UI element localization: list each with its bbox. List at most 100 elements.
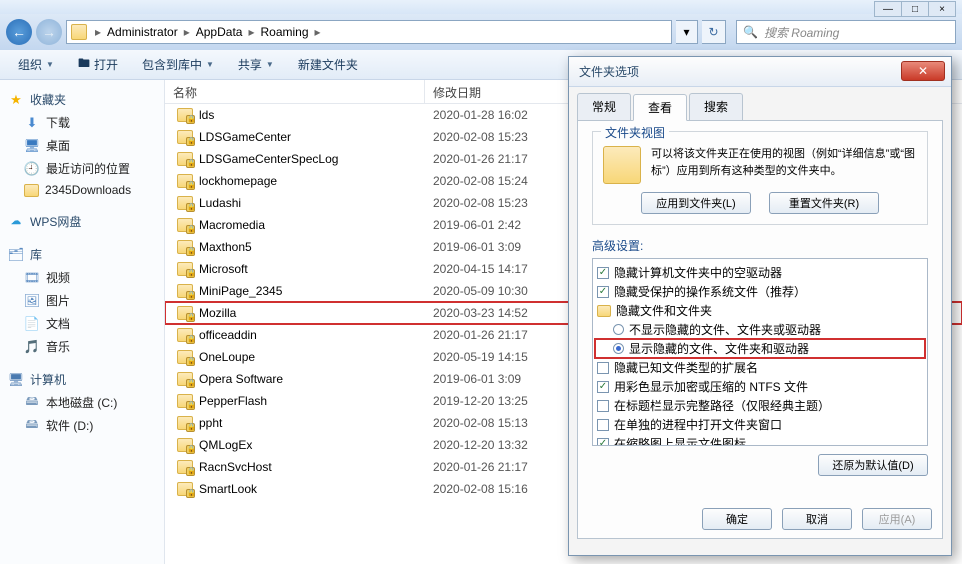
new-folder-button[interactable]: 新建文件夹	[288, 53, 368, 76]
ok-button[interactable]: 确定	[702, 508, 772, 530]
folder-icon: 🔒	[177, 240, 193, 254]
advanced-label: 高级设置:	[592, 237, 928, 254]
tree-node[interactable]: 隐藏文件和文件夹	[595, 301, 925, 320]
file-name: LDSGameCenterSpecLog	[199, 152, 338, 166]
include-menu[interactable]: 包含到库中▼	[132, 53, 224, 76]
col-date-header[interactable]: 修改日期	[425, 80, 585, 103]
tab-search[interactable]: 搜索	[689, 93, 743, 120]
win-close-button[interactable]: ×	[928, 1, 956, 17]
folder-icon: 🔒	[177, 130, 193, 144]
win-max-button[interactable]: □	[901, 1, 929, 17]
file-name: officeaddin	[199, 328, 257, 342]
breadcrumb-item[interactable]: Roaming	[256, 25, 312, 39]
file-date: 2020-03-23 14:52	[425, 306, 585, 320]
tree-node[interactable]: 显示隐藏的文件、文件夹和驱动器	[595, 339, 925, 358]
restore-defaults-button[interactable]: 还原为默认值(D)	[818, 454, 928, 476]
tree-node[interactable]: ✓用彩色显示加密或压缩的 NTFS 文件	[595, 377, 925, 396]
breadcrumb-item[interactable]: Administrator	[103, 25, 182, 39]
radio-icon	[613, 324, 624, 335]
nav-back-button[interactable]: ←	[6, 19, 32, 45]
reset-folders-button[interactable]: 重置文件夹(R)	[769, 192, 879, 214]
sidebar-item-recent[interactable]: 🕘最近访问的位置	[4, 157, 160, 180]
dialog-title: 文件夹选项	[569, 57, 951, 87]
tab-general[interactable]: 常规	[577, 93, 631, 120]
breadcrumb-sep: ▸	[182, 25, 192, 39]
refresh-button[interactable]: ↻	[702, 20, 726, 44]
folder-icon	[24, 184, 39, 197]
file-date: 2020-02-08 15:16	[425, 482, 585, 496]
tree-node[interactable]: 不显示隐藏的文件、文件夹或驱动器	[595, 320, 925, 339]
tree-node-label: 在标题栏显示完整路径（仅限经典主题）	[614, 397, 830, 414]
sidebar-favorites[interactable]: ★收藏夹	[4, 88, 160, 111]
sidebar-item-drive-c[interactable]: 🖴本地磁盘 (C:)	[4, 391, 160, 414]
sidebar-item-documents[interactable]: 📄文档	[4, 312, 160, 335]
nav-bar: ← → ▸ Administrator ▸ AppData ▸ Roaming …	[0, 14, 962, 50]
folder-view-group: 文件夹视图 可以将该文件夹正在使用的视图（例如“详细信息”或“图标”）应用到所有…	[592, 131, 928, 225]
file-name: PepperFlash	[199, 394, 267, 408]
apply-to-folders-button[interactable]: 应用到文件夹(L)	[641, 192, 751, 214]
video-icon: 🎞	[24, 270, 40, 286]
sidebar-item-drive-d[interactable]: 🖴软件 (D:)	[4, 414, 160, 437]
sidebar-wps[interactable]: ☁WPS网盘	[4, 210, 160, 233]
checkbox-icon	[597, 400, 609, 412]
file-name: LDSGameCenter	[199, 130, 291, 144]
recent-icon: 🕘	[24, 161, 40, 177]
tree-node[interactable]: ✓隐藏受保护的操作系统文件（推荐）	[595, 282, 925, 301]
folder-options-dialog: 文件夹选项 ✕ 常规 查看 搜索 文件夹视图 可以将该文件夹正在使用的视图（例如…	[568, 56, 952, 556]
file-name: Maxthon5	[199, 240, 252, 254]
share-menu[interactable]: 共享▼	[228, 53, 284, 76]
folder-icon: 🔒	[177, 350, 193, 364]
file-date: 2020-01-26 21:17	[425, 328, 585, 342]
sidebar-item-desktop[interactable]: 🖥桌面	[4, 134, 160, 157]
organize-menu[interactable]: 组织▼	[8, 53, 64, 76]
win-min-button[interactable]: —	[874, 1, 902, 17]
checkbox-icon: ✓	[597, 438, 609, 447]
checkbox-icon	[597, 362, 609, 374]
sidebar-item-pictures[interactable]: 🖼图片	[4, 289, 160, 312]
apply-button[interactable]: 应用(A)	[862, 508, 932, 530]
tree-node[interactable]: ✓隐藏计算机文件夹中的空驱动器	[595, 263, 925, 282]
file-date: 2020-02-08 15:23	[425, 130, 585, 144]
advanced-settings-tree[interactable]: ✓隐藏计算机文件夹中的空驱动器✓隐藏受保护的操作系统文件（推荐）隐藏文件和文件夹…	[592, 258, 928, 446]
tree-node[interactable]: 在单独的进程中打开文件夹窗口	[595, 415, 925, 434]
tree-node[interactable]: 在标题栏显示完整路径（仅限经典主题）	[595, 396, 925, 415]
sidebar-item-downloads[interactable]: ⬇下载	[4, 111, 160, 134]
sidebar-item-videos[interactable]: 🎞视频	[4, 266, 160, 289]
picture-icon: 🖼	[24, 293, 40, 309]
nav-forward-button[interactable]: →	[36, 19, 62, 45]
sidebar-item-2345dl[interactable]: 2345Downloads	[4, 180, 160, 200]
folder-view-desc: 可以将该文件夹正在使用的视图（例如“详细信息”或“图标”）应用到所有这种类型的文…	[651, 146, 917, 179]
music-icon: 🎵	[24, 339, 40, 355]
sidebar-item-music[interactable]: 🎵音乐	[4, 335, 160, 358]
open-button[interactable]: 🖿打开	[68, 51, 128, 78]
file-name: Macromedia	[199, 218, 265, 232]
file-date: 2019-06-01 2:42	[425, 218, 585, 232]
sidebar-computer[interactable]: 🖥计算机	[4, 368, 160, 391]
breadcrumb-sep: ▸	[93, 25, 103, 39]
file-name: SmartLook	[199, 482, 257, 496]
file-name: OneLoupe	[199, 350, 255, 364]
tree-node[interactable]: ✓在缩略图上显示文件图标	[595, 434, 925, 446]
folder-icon: 🔒	[177, 372, 193, 386]
sidebar-libraries[interactable]: 🗂库	[4, 243, 160, 266]
wps-icon: ☁	[8, 214, 24, 230]
drive-icon: 🖴	[24, 395, 40, 411]
folder-view-icon	[603, 146, 641, 184]
tab-view[interactable]: 查看	[633, 94, 687, 121]
address-bar[interactable]: ▸ Administrator ▸ AppData ▸ Roaming ▸	[66, 20, 672, 44]
tree-node[interactable]: 隐藏已知文件类型的扩展名	[595, 358, 925, 377]
tree-node-label: 隐藏计算机文件夹中的空驱动器	[614, 264, 782, 281]
breadcrumb-item[interactable]: AppData	[192, 25, 247, 39]
folder-icon: 🔒	[177, 460, 193, 474]
search-input[interactable]: 🔍 搜索 Roaming	[736, 20, 956, 44]
dialog-close-button[interactable]: ✕	[901, 61, 945, 81]
cancel-button[interactable]: 取消	[782, 508, 852, 530]
file-date: 2020-05-09 10:30	[425, 284, 585, 298]
folder-icon	[597, 305, 611, 317]
tree-node-label: 用彩色显示加密或压缩的 NTFS 文件	[614, 378, 808, 395]
col-name-header[interactable]: 名称	[165, 80, 425, 103]
address-dropdown-button[interactable]: ▾	[676, 20, 698, 44]
file-date: 2020-01-28 16:02	[425, 108, 585, 122]
file-name: lockhomepage	[199, 174, 277, 188]
file-date: 2020-01-26 21:17	[425, 460, 585, 474]
